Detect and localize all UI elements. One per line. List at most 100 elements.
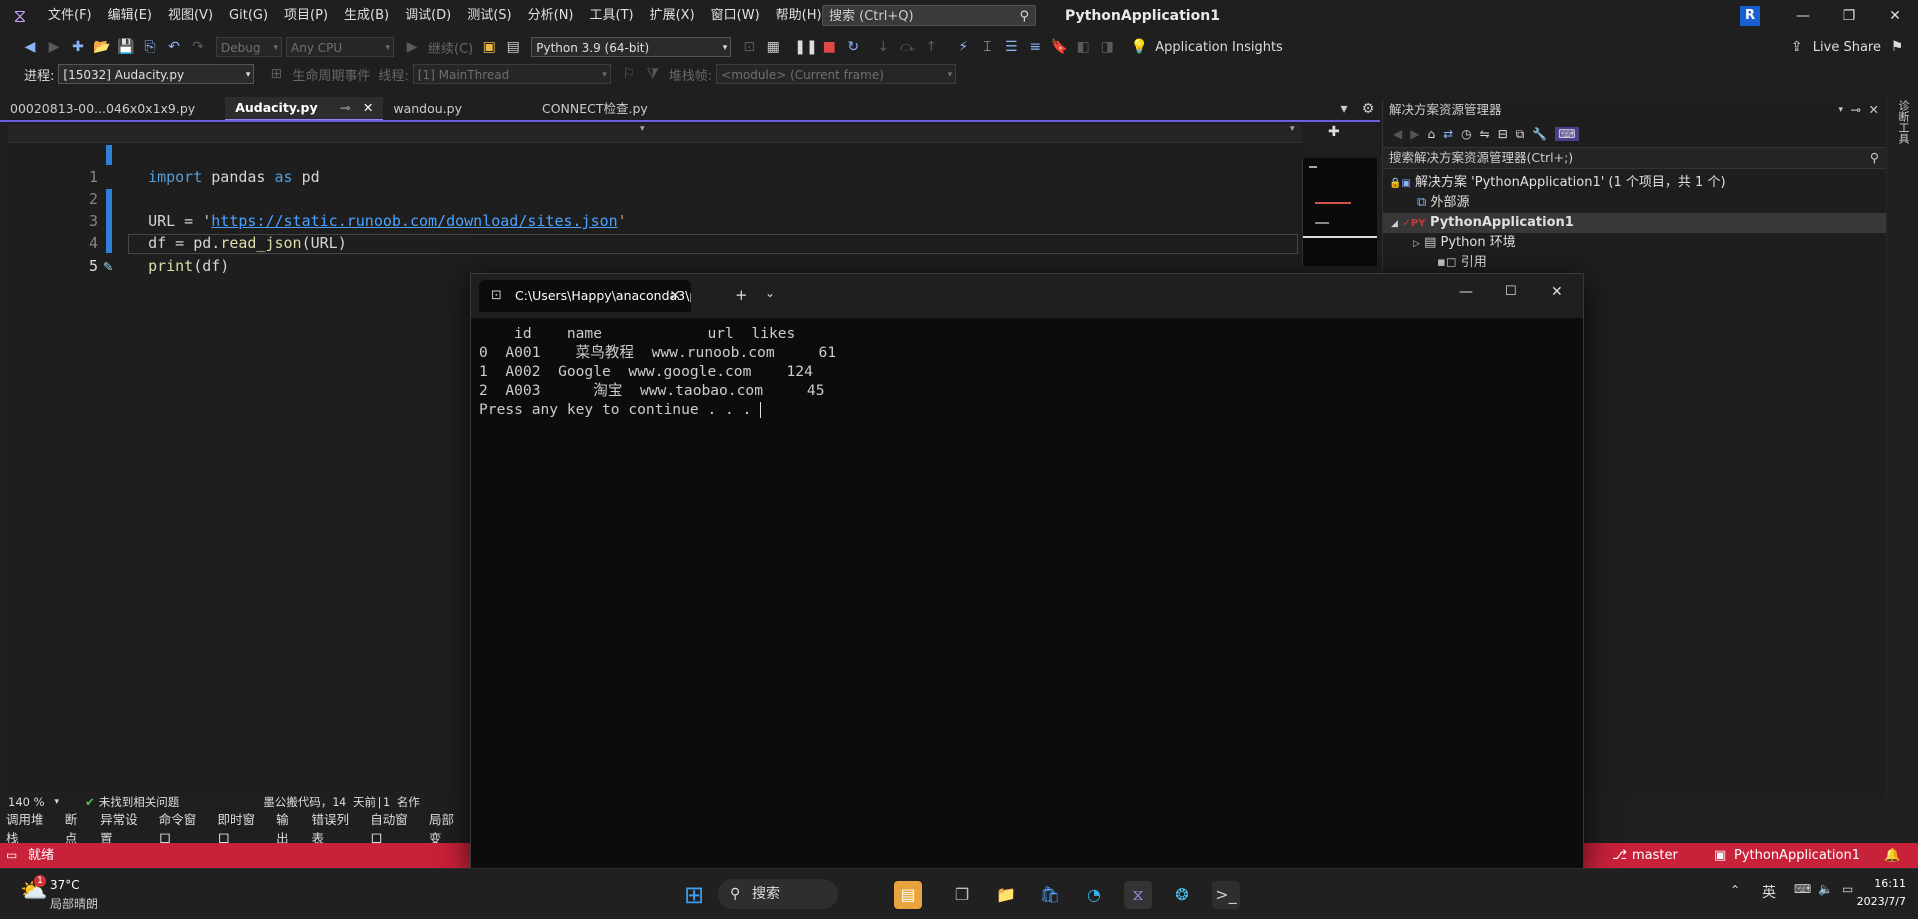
live-share-button[interactable]: Live Share [1809,40,1885,55]
minimap[interactable] [1302,158,1377,266]
redo-icon[interactable]: ↷ [187,36,209,58]
open-file-icon[interactable]: 📂 [91,36,113,58]
weather-desc[interactable]: 局部晴朗 [50,895,98,912]
visual-studio-icon[interactable]: ⧖ [1124,881,1152,909]
weather-temp[interactable]: 37°C [50,878,80,892]
bookmark-icon[interactable]: 🔖 [1048,36,1070,58]
live-share-icon[interactable]: ⇪ [1786,36,1808,58]
application-insights-icon[interactable]: 💡 [1128,36,1150,58]
feedback-icon[interactable]: ⚑ [1886,36,1908,58]
ime-indicator[interactable]: 英 [1762,882,1776,902]
menu-item[interactable]: 分析(N) [520,0,582,32]
bottom-tab[interactable]: 断点 [65,809,88,847]
menu-item[interactable]: Git(G) [221,0,276,32]
widgets-icon[interactable]: ▤ [894,881,922,909]
breakpoint-icon[interactable]: ⌶ [976,36,998,58]
pin-icon[interactable]: ⊸ [340,100,350,115]
back-icon[interactable]: ◀ [1393,127,1402,141]
restore-icon[interactable]: ❐ [1826,0,1872,32]
quick-action-brush-icon[interactable]: ✎ [98,255,118,277]
folder-icon[interactable]: ▣ [478,36,500,58]
minimize-icon[interactable]: — [1780,0,1826,32]
tab-menu-chevron-icon[interactable]: ⌄ [765,286,775,300]
store-icon[interactable]: 🛍 [1036,881,1064,909]
close-icon[interactable]: ✕ [1872,0,1918,32]
preview-icon[interactable]: ⌨ [1555,127,1579,141]
global-search-box[interactable]: 搜索 (Ctrl+Q) ⚲ [822,5,1036,26]
taskbar-search[interactable]: ⚲ 搜索 [718,879,838,909]
clock-date[interactable]: 2023/7/7 [1846,895,1906,908]
process-combo[interactable]: [15032] Audacity.py ▾ [58,64,255,84]
application-insights-button[interactable]: Application Insights [1151,40,1287,55]
tab-settings-icon[interactable]: ⚙ [1357,98,1379,120]
continue-button[interactable]: 继续(C) [424,38,477,57]
lifecycle-events[interactable]: 生命周期事件 [288,65,374,84]
terminal-minimize-icon[interactable]: — [1459,284,1473,300]
sync-icon[interactable]: ⇋ [1480,127,1490,141]
menu-item[interactable]: 扩展(X) [642,0,703,32]
properties-icon[interactable]: 🔧 [1532,127,1547,141]
zoom-level[interactable]: 140 % [8,795,45,809]
tree-item-references[interactable]: ▪◻ 引用 [1383,253,1887,273]
filter-icon[interactable]: ⧩ [642,63,664,85]
tray-expand-icon[interactable]: ⌃ [1730,883,1740,897]
menu-item[interactable]: 编辑(E) [100,0,160,32]
save-all-icon[interactable]: ⎘ [139,36,161,58]
flag-icon[interactable]: ⚐ [618,63,640,85]
bottom-tab[interactable]: 即时窗口 [217,809,264,847]
split-editor-icon[interactable]: ✚ [1328,124,1340,140]
bottom-tab[interactable]: 自动窗口 [370,809,417,847]
tab-audacity[interactable]: Audacity.py ⊸ ✕ [225,97,384,121]
bottom-tab[interactable]: 命令窗口 [159,809,206,847]
terminal-output[interactable]: id name url likes 0 A001 菜鸟教程 www.runoob.… [471,318,1583,419]
python-environment-combo[interactable]: Python 3.9 (64-bit) ▾ [531,37,732,57]
menu-item[interactable]: 窗口(W) [703,0,768,32]
menu-item[interactable]: 视图(V) [160,0,221,32]
start-windows-icon[interactable]: ⊞ [680,881,708,909]
switch-views-icon[interactable]: ⇄ [1443,127,1453,141]
git-branch[interactable]: master [1632,843,1678,868]
battery-icon[interactable]: ▭ [1842,882,1853,896]
window-layout-icon[interactable]: ▦ [762,36,784,58]
nav-dropdown2-icon[interactable]: ▾ [1290,124,1295,134]
bookmark-prev-icon[interactable]: ◧ [1072,36,1094,58]
network-icon[interactable]: ⌨ [1794,882,1811,896]
continue-icon[interactable]: ▶ [401,36,423,58]
panel-pin-icon[interactable]: ⊸ [1851,99,1861,121]
undo-icon[interactable]: ↶ [163,36,185,58]
edge-icon[interactable]: ◔ [1080,881,1108,909]
hot-reload-icon[interactable]: ⚡ [952,36,974,58]
layout-icon[interactable]: ▤ [502,36,524,58]
menu-item[interactable]: 生成(B) [336,0,397,32]
tab-connect[interactable]: CONNECT检查.py [532,98,658,120]
stack-frame-combo[interactable]: <module> (Current frame) ▾ [716,64,957,84]
bottom-tab[interactable]: 调用堆栈 [6,809,53,847]
terminal-tab[interactable]: ⊡ C:\Users\Happy\anaconda3\p ✕ [479,280,691,312]
menu-item[interactable]: 帮助(H) [768,0,830,32]
platform-combo[interactable]: Any CPU ▾ [286,37,394,57]
task-view-icon[interactable]: ❐ [948,881,976,909]
tab-wandou[interactable]: wandou.py [383,98,472,120]
terminal-tab-close-icon[interactable]: ✕ [669,280,681,312]
git-repository[interactable]: PythonApplication1 [1734,843,1860,868]
collapse-all-icon[interactable]: ⊟ [1498,127,1508,141]
menu-item[interactable]: 调试(D) [397,0,459,32]
file-explorer-icon[interactable]: 📁 [992,881,1020,909]
thread-combo[interactable]: [1] MainThread ▾ [412,64,611,84]
tab-00020813[interactable]: 00020813-00...046x0x1x9.py [0,98,205,120]
menu-item[interactable]: 项目(P) [276,0,336,32]
restart-icon[interactable]: ↻ [842,36,864,58]
bottom-tab[interactable]: 输出 [276,809,299,847]
bookmark-next-icon[interactable]: ◨ [1096,36,1118,58]
home-icon[interactable]: ⌂ [1427,127,1435,141]
terminal-maximize-icon[interactable]: ☐ [1505,284,1517,299]
step-over-icon[interactable]: ⤼ [896,36,918,58]
terminal-window[interactable]: ⊡ C:\Users\Happy\anaconda3\p ✕ + ⌄ — ☐ ✕… [470,273,1584,870]
pending-changes-icon[interactable]: ◷ [1461,127,1471,141]
tree-item-project[interactable]: ◢ ✓PY PythonApplication1 [1383,213,1887,233]
show-all-files-icon[interactable]: ⧉ [1516,127,1525,142]
pause-icon[interactable]: ❚❚ [794,36,817,58]
save-icon[interactable]: 💾 [115,36,137,58]
tab-dropdown-icon[interactable]: ▾ [1333,98,1355,120]
forward-icon[interactable]: ▶ [43,36,65,58]
